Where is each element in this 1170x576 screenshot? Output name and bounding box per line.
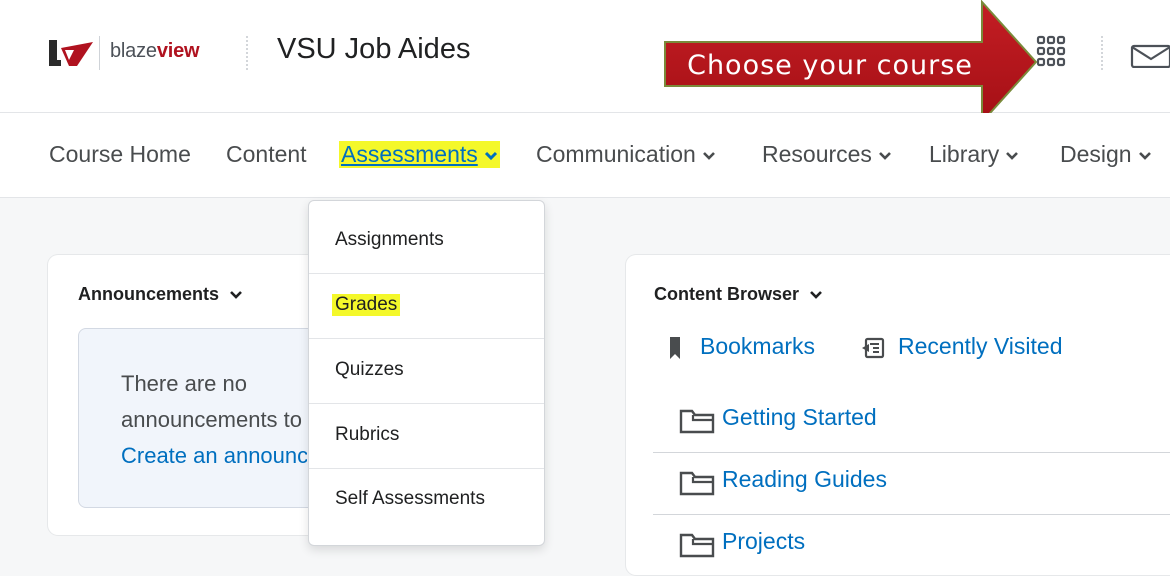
recently-visited-link[interactable]: Recently Visited — [860, 333, 1063, 360]
menu-item-grades[interactable]: Grades — [309, 274, 544, 339]
bookmarks-label: Bookmarks — [700, 333, 816, 359]
create-announcement-link[interactable]: Create an announcement — [121, 438, 307, 474]
assessments-dropdown-menu: Assignments Grades Quizzes Rubrics Self … — [308, 200, 545, 546]
announcements-title[interactable]: Announcements — [78, 284, 243, 305]
chevron-down-icon — [1006, 152, 1019, 160]
menu-item-self-assessments[interactable]: Self Assessments — [309, 468, 544, 532]
announcements-empty-message: There are no announcements to display. — [121, 371, 303, 432]
mail-icon[interactable] — [1130, 44, 1170, 68]
chevron-down-icon — [484, 151, 497, 161]
nav-assessments-label: Assessments — [341, 141, 478, 167]
blazeview-logo-icon[interactable] — [47, 38, 93, 68]
nav-course-home[interactable]: Course Home — [49, 141, 191, 168]
announcements-empty-text: There are no announcements to display. C… — [121, 366, 321, 474]
recently-visited-icon — [862, 337, 885, 359]
menu-item-label: Rubrics — [335, 424, 400, 445]
menu-item-label: Self Assessments — [335, 488, 485, 509]
menu-item-label: Quizzes — [335, 359, 404, 380]
folder-name: Reading Guides — [722, 466, 887, 492]
folder-icon — [679, 471, 715, 496]
logo-divider — [99, 36, 100, 70]
brand-name: blazeview — [110, 40, 200, 62]
menu-item-quizzes[interactable]: Quizzes — [309, 339, 544, 404]
content-folder-item[interactable]: Getting Started — [653, 390, 1170, 453]
folder-name: Getting Started — [722, 404, 877, 430]
course-nav: Course Home Content Assessments Communic… — [0, 113, 1170, 198]
content-folder-item[interactable]: Reading Guides — [653, 452, 1170, 515]
nav-content[interactable]: Content — [226, 141, 307, 168]
menu-item-label: Assignments — [335, 229, 444, 250]
nav-assessments[interactable]: Assessments — [339, 141, 500, 168]
nav-design-label: Design — [1060, 141, 1132, 167]
folder-icon — [679, 533, 715, 558]
menu-item-label: Grades — [332, 294, 401, 316]
menu-item-assignments[interactable]: Assignments — [309, 209, 544, 274]
content-folder-item[interactable]: Projects — [653, 514, 1170, 576]
announcements-title-label: Announcements — [78, 284, 220, 304]
chevron-down-icon — [1138, 152, 1151, 160]
header-separator — [246, 36, 248, 70]
chevron-down-icon — [702, 152, 715, 160]
chevron-down-icon[interactable] — [229, 290, 243, 300]
nav-design[interactable]: Design — [1060, 141, 1152, 168]
folder-icon — [679, 409, 715, 434]
folder-name: Projects — [722, 528, 806, 554]
nav-resources[interactable]: Resources — [762, 141, 892, 168]
content-browser-title[interactable]: Content Browser — [654, 284, 823, 305]
nav-library-label: Library — [929, 141, 1000, 167]
nav-communication-label: Communication — [536, 141, 696, 167]
nav-content-label: Content — [226, 141, 307, 167]
course-title[interactable]: VSU Job Aides — [277, 33, 470, 66]
nav-communication[interactable]: Communication — [536, 141, 716, 168]
bookmark-icon — [670, 336, 680, 359]
content-browser-title-label: Content Browser — [654, 284, 800, 304]
callout-text: Choose your course — [687, 49, 973, 81]
nav-library[interactable]: Library — [929, 141, 1019, 168]
bookmarks-link[interactable]: Bookmarks — [668, 333, 815, 361]
chevron-down-icon — [879, 152, 891, 160]
nav-resources-label: Resources — [762, 141, 872, 167]
header-separator-2 — [1101, 36, 1103, 70]
chevron-down-icon[interactable] — [809, 290, 823, 300]
menu-item-rubrics[interactable]: Rubrics — [309, 404, 544, 469]
nav-course-home-label: Course Home — [49, 141, 191, 167]
recently-visited-label: Recently Visited — [898, 333, 1063, 359]
